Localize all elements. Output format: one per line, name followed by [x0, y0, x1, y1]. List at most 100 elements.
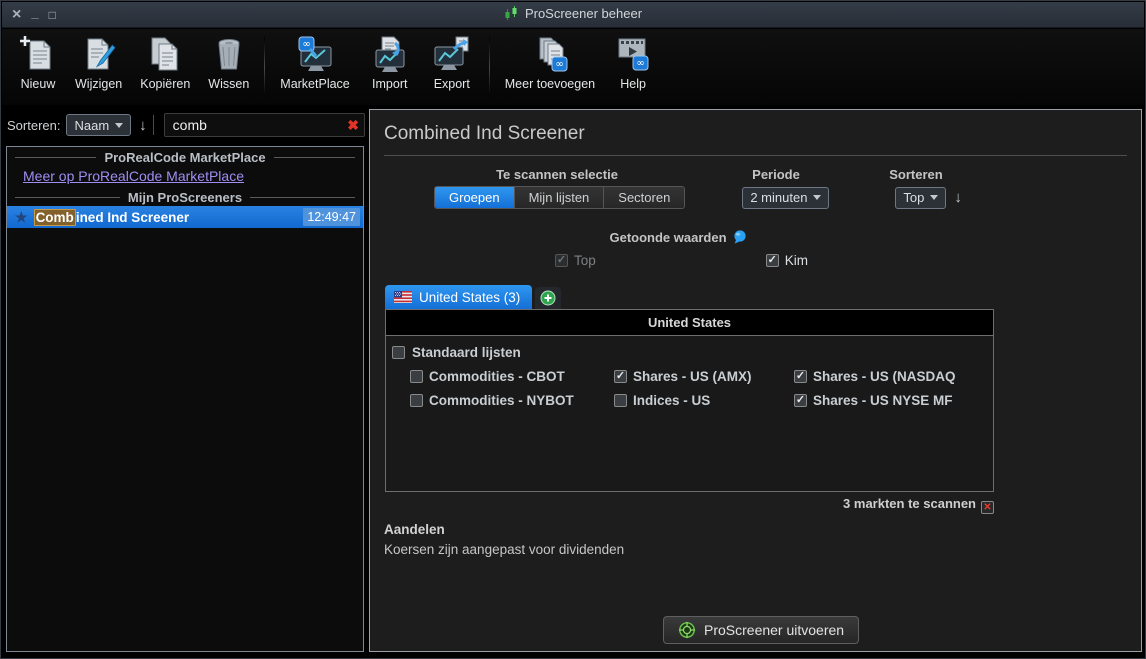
- export-button[interactable]: Export: [421, 35, 483, 91]
- aandelen-note: Koersen zijn aangepast voor dividenden: [384, 542, 625, 557]
- checkbox-kim[interactable]: Kim: [765, 253, 808, 268]
- nieuw-button[interactable]: Nieuw: [10, 35, 66, 91]
- checkbox-shares-us-nyse-mf[interactable]: Shares - US NYSE MF: [794, 393, 993, 408]
- remove-markets-icon[interactable]: ✕: [981, 501, 994, 514]
- sort-field-value: Naam: [74, 117, 110, 133]
- checkbox-icon: [794, 370, 807, 383]
- tab-groepen[interactable]: Groepen: [435, 187, 515, 208]
- meer-toevoegen-button[interactable]: ∞ Meer toevoegen: [496, 35, 604, 91]
- screener-list-item-selected[interactable]: ★ Comb ined Ind Screener 12:49:47: [7, 206, 363, 228]
- search-input[interactable]: [163, 113, 365, 137]
- trash-icon: [218, 39, 240, 70]
- titlebar: × _ □ ProScreener beheer: [2, 2, 1144, 28]
- periode-label: Periode: [752, 167, 800, 182]
- checkbox-icon: [555, 254, 568, 267]
- toolbar-label: Export: [433, 77, 470, 91]
- country-tab-united-states[interactable]: United States (3): [385, 285, 533, 309]
- import-icon: [375, 36, 405, 72]
- wissen-button[interactable]: Wissen: [199, 35, 258, 91]
- toolbar-separator: [264, 37, 266, 97]
- checkbox-shares-us-nasdaq[interactable]: Shares - US (NASDAQ: [794, 369, 993, 384]
- checkbox-commodities-cbot[interactable]: Commodities - CBOT: [410, 369, 614, 384]
- add-more-documents-icon: ∞: [539, 37, 568, 72]
- chevron-down-icon: [115, 122, 124, 128]
- scan-selection-label: Te scannen selectie: [496, 167, 618, 182]
- clear-search-icon[interactable]: ✖: [347, 117, 359, 134]
- run-proscreener-label: ProScreener uitvoeren: [704, 622, 845, 638]
- chevron-down-icon: [813, 195, 822, 200]
- window-title: ProScreener beheer: [524, 5, 643, 21]
- help-video-icon: ∞: [618, 38, 649, 71]
- plus-icon: [540, 290, 556, 306]
- search-match-highlight: Comb: [33, 208, 76, 226]
- wijzigen-button[interactable]: Wijzigen: [66, 35, 131, 91]
- candlestick-chart-icon: [505, 5, 517, 20]
- divider: [152, 115, 154, 135]
- export-icon: [434, 36, 469, 70]
- svg-text:∞: ∞: [636, 58, 644, 69]
- sort-direction-button[interactable]: ↓: [954, 189, 962, 206]
- country-tab-label: United States (3): [419, 289, 521, 305]
- marketplace-link[interactable]: Meer op ProRealCode MarketPlace: [7, 166, 363, 187]
- sorteren-label: Sorteren: [889, 167, 943, 182]
- run-proscreener-button[interactable]: ProScreener uitvoeren: [663, 616, 860, 644]
- window-title-area: ProScreener beheer: [2, 5, 1144, 24]
- markets-table: United States Standaard lijsten Commodit…: [385, 309, 994, 492]
- marketplace-monitor-icon: ∞: [298, 36, 332, 71]
- toolbar: Nieuw Wijzigen Kopiëren Wissen ∞ MarketP…: [2, 29, 1144, 105]
- periode-dropdown[interactable]: 2 minuten: [742, 186, 830, 209]
- toolbar-separator: [488, 37, 490, 97]
- sorteren-dropdown[interactable]: Top: [895, 186, 947, 209]
- aandelen-title: Aandelen: [384, 522, 445, 537]
- divider: [384, 155, 1127, 156]
- tab-mijn-lijsten[interactable]: Mijn lijsten: [514, 187, 605, 208]
- markets-count-note: 3 markten te scannen ✕: [385, 496, 994, 514]
- checkbox-icon: [392, 346, 405, 359]
- svg-text:∞: ∞: [555, 59, 563, 70]
- checkbox-icon: [765, 254, 779, 267]
- sort-field-dropdown[interactable]: Naam: [66, 114, 132, 136]
- scan-selection-tabs: Groepen Mijn lijsten Sectoren: [434, 186, 686, 209]
- edit-document-icon: [87, 38, 116, 70]
- checkbox-icon: [614, 394, 627, 407]
- tab-sectoren[interactable]: Sectoren: [604, 187, 685, 208]
- proscreener-manager-window: × _ □ ProScreener beheer Nieuw Wijzigen …: [0, 0, 1146, 659]
- shown-values-label: Getoonde waarden: [609, 230, 746, 245]
- sidebar-sort-row: Sorteren: Naam ↓ ✖: [7, 111, 365, 139]
- us-flag-icon: [394, 291, 412, 303]
- marketplace-header-label: ProRealCode MarketPlace: [104, 150, 266, 165]
- toolbar-label: Kopiëren: [140, 77, 191, 91]
- screener-detail-panel: Combined Ind Screener Te scannen selecti…: [369, 109, 1142, 652]
- marketplace-section-header: ProRealCode MarketPlace: [7, 147, 363, 166]
- sort-direction-button[interactable]: ↓: [139, 117, 147, 134]
- screener-list-panel: ProRealCode MarketPlace Meer op ProRealC…: [6, 146, 364, 652]
- favorite-star-icon[interactable]: ★: [15, 209, 28, 226]
- screener-name: Comb ined Ind Screener: [33, 208, 190, 226]
- info-balloon-icon[interactable]: [733, 230, 747, 245]
- toolbar-label: Import: [372, 77, 408, 91]
- marketplace-button[interactable]: ∞ MarketPlace: [271, 35, 358, 91]
- chevron-down-icon: [930, 195, 939, 200]
- help-button[interactable]: ∞ Help: [604, 35, 662, 91]
- checkbox-icon: [614, 370, 627, 383]
- import-button[interactable]: Import: [359, 35, 421, 91]
- sorteren-value: Top: [903, 190, 925, 205]
- target-icon: [678, 621, 696, 639]
- checkbox-icon: [410, 370, 423, 383]
- toolbar-label: Nieuw: [20, 77, 56, 91]
- add-country-tab-button[interactable]: [535, 287, 562, 309]
- kopieren-button[interactable]: Kopiëren: [131, 35, 199, 91]
- checkbox-shares-us-amx[interactable]: Shares - US (AMX): [614, 369, 794, 384]
- toolbar-label: Help: [620, 77, 646, 91]
- toolbar-label: Wissen: [208, 77, 250, 91]
- checkbox-indices-us[interactable]: Indices - US: [614, 393, 794, 408]
- sort-label: Sorteren:: [7, 117, 61, 133]
- svg-text:∞: ∞: [302, 39, 310, 50]
- checkbox-standaard-lijsten[interactable]: Standaard lijsten: [392, 345, 993, 360]
- checkbox-top: Top: [555, 253, 596, 268]
- my-proscreeners-header-label: Mijn ProScreeners: [127, 190, 243, 205]
- checkbox-icon: [794, 394, 807, 407]
- checkbox-commodities-nybot[interactable]: Commodities - NYBOT: [410, 393, 614, 408]
- toolbar-label: Wijzigen: [75, 77, 123, 91]
- toolbar-label: MarketPlace: [280, 77, 350, 91]
